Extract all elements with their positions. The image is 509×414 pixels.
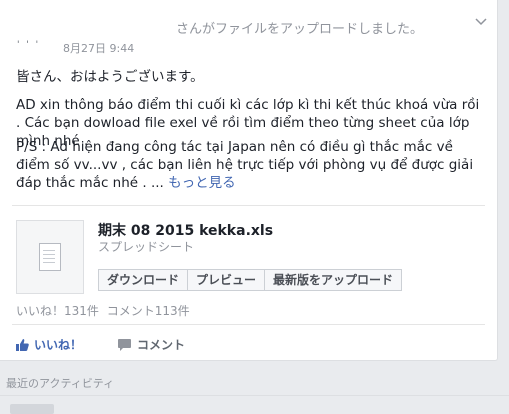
avatar[interactable] [10,404,54,414]
upload-latest-button[interactable]: 最新版をアップロード [265,269,403,291]
post-timestamp[interactable]: 8月27日 9:44 [63,40,134,56]
chevron-down-icon[interactable] [472,14,490,32]
comment-bubble-icon [118,338,131,351]
post-header: さんがファイルをアップロードしました。 [176,22,424,37]
comments-count[interactable]: コメント113件 [107,304,190,318]
file-actions: ダウンロード プレビュー 最新版をアップロード [98,269,403,291]
divider [0,395,509,396]
see-more-link[interactable]: もっと見る [168,175,236,191]
thumbs-up-icon [16,338,29,351]
recent-activity-heading: 最近のアクティビティ [6,377,115,390]
divider [12,324,485,325]
post-card: さんがファイルをアップロードしました。 ' ' ' 8月27日 9:44 皆さん… [0,0,498,361]
spreadsheet-file-icon[interactable] [16,220,84,294]
file-name[interactable]: 期末 08 2015 kekka.xls [98,220,273,240]
download-button[interactable]: ダウンロード [98,269,189,291]
author-name[interactable]: ' ' ' [17,40,40,50]
file-type: スプレッドシート [98,240,195,254]
post-greeting: 皆さん、おはようございます。 [16,69,204,85]
comment-label: コメント [137,338,186,352]
like-button[interactable]: いいね！ [16,336,82,353]
post-paragraph-2-text: P/S : Ad hiện đang công tác tại Japan nê… [16,139,474,191]
like-label: いいね！ [34,338,83,352]
comment-button[interactable]: コメント [118,336,185,353]
divider [12,205,485,206]
post-paragraph-2: P/S : Ad hiện đang công tác tại Japan nê… [16,138,486,192]
engagement-stats: いいね！131件 コメント113件 [16,302,190,319]
likes-count[interactable]: いいね！131件 [16,304,99,318]
preview-button[interactable]: プレビュー [188,269,266,291]
